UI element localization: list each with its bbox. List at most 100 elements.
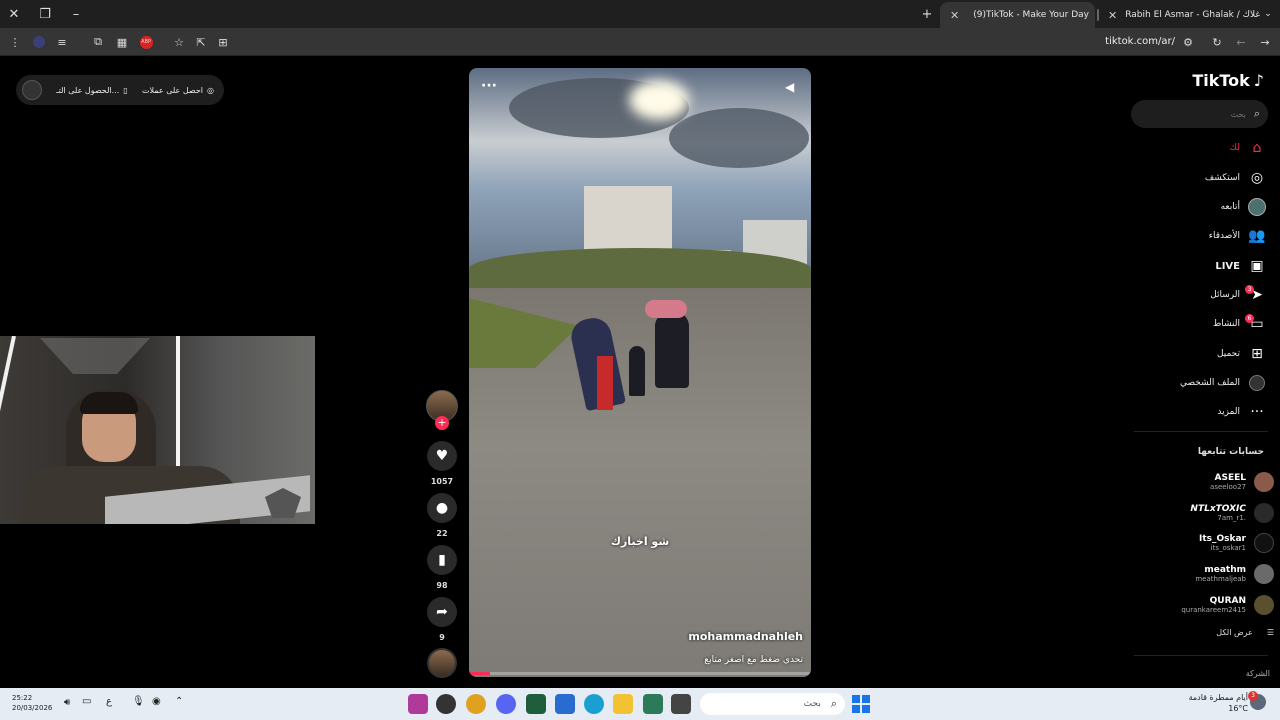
tiktok-logo[interactable]: TikTok ♪ — [1192, 71, 1264, 90]
share-action[interactable]: ➦ 9 — [426, 597, 458, 642]
following-account[interactable]: Its_Oskar its_oskar1 — [1199, 530, 1274, 556]
tab-ghalak[interactable]: ✕ Rabih El Asmar - Ghalak / غلاك — [1098, 2, 1260, 28]
comment-action[interactable]: ● 22 — [426, 493, 458, 538]
following-avatar-icon — [1248, 198, 1266, 216]
file-explorer-icon[interactable] — [613, 694, 633, 714]
extensions-icon[interactable]: ⧉ — [89, 33, 107, 51]
terminal-icon[interactable] — [526, 694, 546, 714]
search-input[interactable] — [1155, 109, 1246, 119]
bookmark-icon[interactable]: ▮ — [427, 545, 457, 575]
nav-label: الأصدقاء — [1208, 231, 1240, 241]
taskbar-search[interactable]: بحث ⌕ — [700, 693, 845, 715]
edge-icon[interactable] — [584, 694, 604, 714]
chrome-icon[interactable] — [466, 694, 486, 714]
red-cloth — [597, 356, 613, 410]
account-name: NTLxTOXIC — [1190, 504, 1246, 514]
messages-badge: 3 — [1245, 285, 1254, 294]
minimize-window-icon[interactable]: – — [62, 0, 90, 28]
music-disc-icon[interactable] — [427, 648, 457, 678]
app-icon[interactable] — [671, 694, 691, 714]
see-all-link[interactable]: عرض الكل ☰ — [1216, 628, 1274, 637]
app-icon[interactable] — [408, 694, 428, 714]
nav-activity[interactable]: النشاط ▭ 6 — [1213, 313, 1266, 335]
close-window-icon[interactable]: ✕ — [0, 0, 28, 28]
comment-icon[interactable]: ● — [427, 493, 457, 523]
like-action[interactable]: ♥ 1057 — [426, 441, 458, 486]
reload-icon[interactable]: ↻ — [1208, 33, 1226, 51]
share-icon[interactable]: ⇱ — [192, 33, 210, 51]
screenshot-icon[interactable]: ⊞ — [214, 33, 232, 51]
tab-title: (9)TikTok - Make Your Day — [973, 10, 1089, 20]
profile-extension-icon[interactable] — [30, 33, 48, 51]
close-tab-icon[interactable]: ✕ — [950, 9, 959, 22]
more-options-icon[interactable]: ··· — [481, 78, 497, 94]
chevron-up-icon[interactable]: ⌃ — [175, 696, 183, 707]
home-icon: ⌂ — [1252, 140, 1262, 156]
url-text[interactable]: tiktok.com/ar/ — [1100, 36, 1175, 47]
network-icon[interactable]: ▭ — [82, 696, 91, 707]
following-account[interactable]: QURAN qurankareem2415 — [1181, 592, 1274, 618]
video-author[interactable]: mohammadnahleh — [688, 630, 803, 643]
nav-upload[interactable]: تحميل ⊞ — [1217, 343, 1266, 365]
nav-profile[interactable]: الملف الشخصي — [1180, 372, 1266, 394]
back-icon[interactable]: ← — [1232, 33, 1250, 51]
tab-tiktok[interactable]: ✕ (9)TikTok - Make Your Day — [940, 2, 1099, 28]
close-tab-icon[interactable]: ✕ — [1108, 9, 1117, 22]
weather-widget[interactable]: أيام ممطرة قادمة 16°C — [1168, 692, 1248, 714]
search-box[interactable]: ⌕ — [1131, 100, 1268, 128]
light-strip — [176, 336, 180, 476]
new-tab-icon[interactable]: + — [913, 0, 941, 28]
app-icon[interactable] — [436, 694, 456, 714]
see-all-label: عرض الكل — [1216, 628, 1253, 637]
reading-list-icon[interactable]: ≡ — [53, 33, 71, 51]
microphone-icon[interactable]: 🎙︎ — [132, 696, 145, 707]
security-icon[interactable]: ◉ — [152, 696, 161, 707]
site-settings-icon[interactable]: ⚙ — [1179, 33, 1197, 51]
language-indicator[interactable]: ع — [106, 696, 112, 707]
company-link[interactable]: الشركة — [1246, 669, 1270, 678]
adblock-icon[interactable]: ABP — [137, 33, 155, 51]
volume-icon[interactable]: 🔊︎ — [64, 697, 70, 708]
nav-label: استكشف — [1204, 173, 1240, 183]
nav-messages[interactable]: الرسائل ➤ 3 — [1210, 284, 1266, 306]
following-account[interactable]: meathm meathmaljeab — [1195, 561, 1274, 587]
sidebar: TikTok ♪ ⌕ لك ⌂ استكشف ◎ أتابعه الأصدقاء… — [1128, 57, 1280, 687]
coin-icon: ◎ — [207, 85, 214, 95]
share-arrow-icon[interactable]: ➦ — [427, 597, 457, 627]
progress-bar[interactable] — [469, 672, 811, 675]
forward-icon[interactable]: → — [1256, 33, 1274, 51]
extension-icon[interactable]: ▦ — [113, 33, 131, 51]
video-player[interactable]: ··· ◀ شو اخبارك mohammadnahleh تحدي ضغط … — [469, 68, 811, 677]
clock[interactable]: 25:22 20/03/2026 — [12, 693, 52, 713]
get-app-button[interactable]: الحصول على التـ... ▯ — [56, 86, 127, 95]
menu-icon[interactable]: ⋮ — [6, 33, 24, 51]
nav-more[interactable]: المزيد ··· — [1217, 401, 1266, 423]
nav-home[interactable]: لك ⌂ — [1230, 137, 1266, 159]
music-disc-action[interactable] — [426, 648, 458, 678]
account-handle: meathmaljeab — [1195, 575, 1246, 583]
cloud — [669, 108, 809, 168]
follow-plus-icon[interactable]: + — [435, 416, 449, 430]
account-name: Its_Oskar — [1198, 534, 1246, 544]
heart-icon[interactable]: ♥ — [427, 441, 457, 471]
volume-icon[interactable]: ◀ — [785, 80, 794, 94]
weather-icon: 3 — [1248, 691, 1266, 710]
creator-avatar-action[interactable]: + — [426, 390, 458, 430]
get-coins-button[interactable]: احصل على عملات ◎ — [142, 86, 214, 95]
store-icon[interactable] — [555, 694, 575, 714]
bookmark-star-icon[interactable]: ☆ — [170, 33, 188, 51]
discord-icon[interactable] — [496, 694, 516, 714]
tab-search-icon[interactable]: ⌄ — [1254, 0, 1280, 28]
nav-friends[interactable]: الأصدقاء 👥 — [1209, 225, 1266, 247]
nav-following[interactable]: أتابعه — [1221, 196, 1266, 218]
following-account[interactable]: NTLxTOXIC 7am_r1. — [1190, 500, 1274, 526]
nav-live[interactable]: LIVE ▣ — [1215, 255, 1266, 277]
avatar[interactable] — [22, 80, 42, 100]
following-account[interactable]: ASEEL aseeloo27 — [1210, 469, 1274, 495]
app-icon[interactable] — [643, 694, 663, 714]
windows-start-icon[interactable] — [852, 695, 870, 713]
restore-window-icon[interactable]: ❐ — [31, 0, 59, 28]
weather-badge: 3 — [1248, 691, 1258, 701]
nav-explore[interactable]: استكشف ◎ — [1205, 167, 1266, 189]
save-action[interactable]: ▮ 98 — [426, 545, 458, 590]
